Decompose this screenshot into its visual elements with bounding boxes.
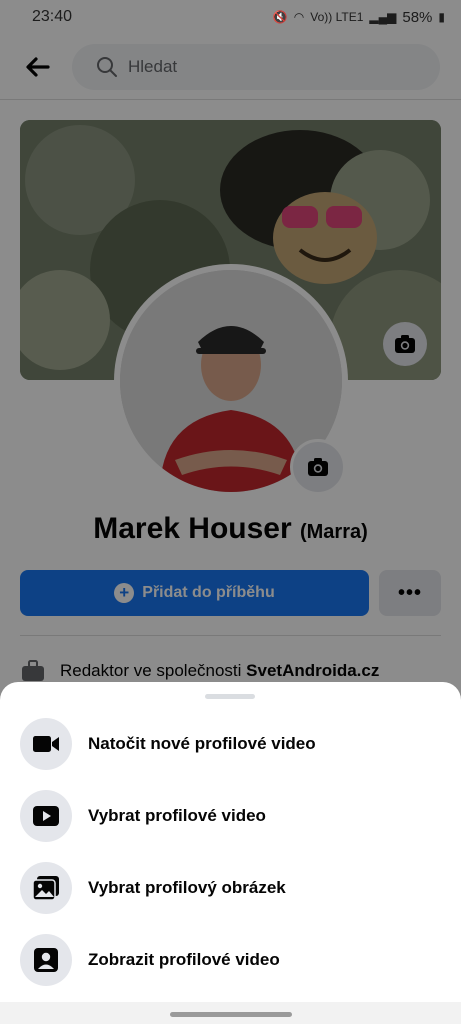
signal-icon: ▂▄▆ xyxy=(369,10,397,24)
status-icons: 🔇 ◠ Vo)) LTE1 ▂▄▆ 58% ▮ xyxy=(273,9,445,26)
status-time: 23:40 xyxy=(32,8,73,25)
battery-icon: ▮ xyxy=(438,10,445,24)
record-profile-video-item[interactable]: Natočit nové profilové video xyxy=(20,718,441,770)
wifi-icon: ◠ xyxy=(293,10,305,24)
video-camera-icon xyxy=(20,718,72,770)
home-gesture-handle[interactable] xyxy=(170,1012,292,1017)
record-profile-video-label: Natočit nové profilové video xyxy=(88,734,316,753)
system-nav-bar xyxy=(0,1002,461,1024)
network-label: Vo)) LTE1 xyxy=(310,10,364,24)
status-bar: 23:40 🔇 ◠ Vo)) LTE1 ▂▄▆ 58% ▮ xyxy=(0,0,461,34)
view-profile-video-label: Zobrazit profilové video xyxy=(88,950,280,969)
select-profile-video-label: Vybrat profilové video xyxy=(88,806,266,825)
select-profile-video-item[interactable]: Vybrat profilové video xyxy=(20,790,441,842)
select-profile-picture-label: Vybrat profilový obrázek xyxy=(88,878,286,897)
person-portrait-icon xyxy=(20,934,72,986)
sheet-handle[interactable] xyxy=(205,694,255,699)
mute-icon: 🔇 xyxy=(272,10,288,24)
select-profile-picture-item[interactable]: Vybrat profilový obrázek xyxy=(20,862,441,914)
photo-gallery-icon xyxy=(20,862,72,914)
battery-level: 58% xyxy=(402,8,433,26)
view-profile-video-item[interactable]: Zobrazit profilové video xyxy=(20,934,441,986)
bottom-sheet: Natočit nové profilové video Vybrat prof… xyxy=(0,682,461,1024)
play-video-icon xyxy=(20,790,72,842)
